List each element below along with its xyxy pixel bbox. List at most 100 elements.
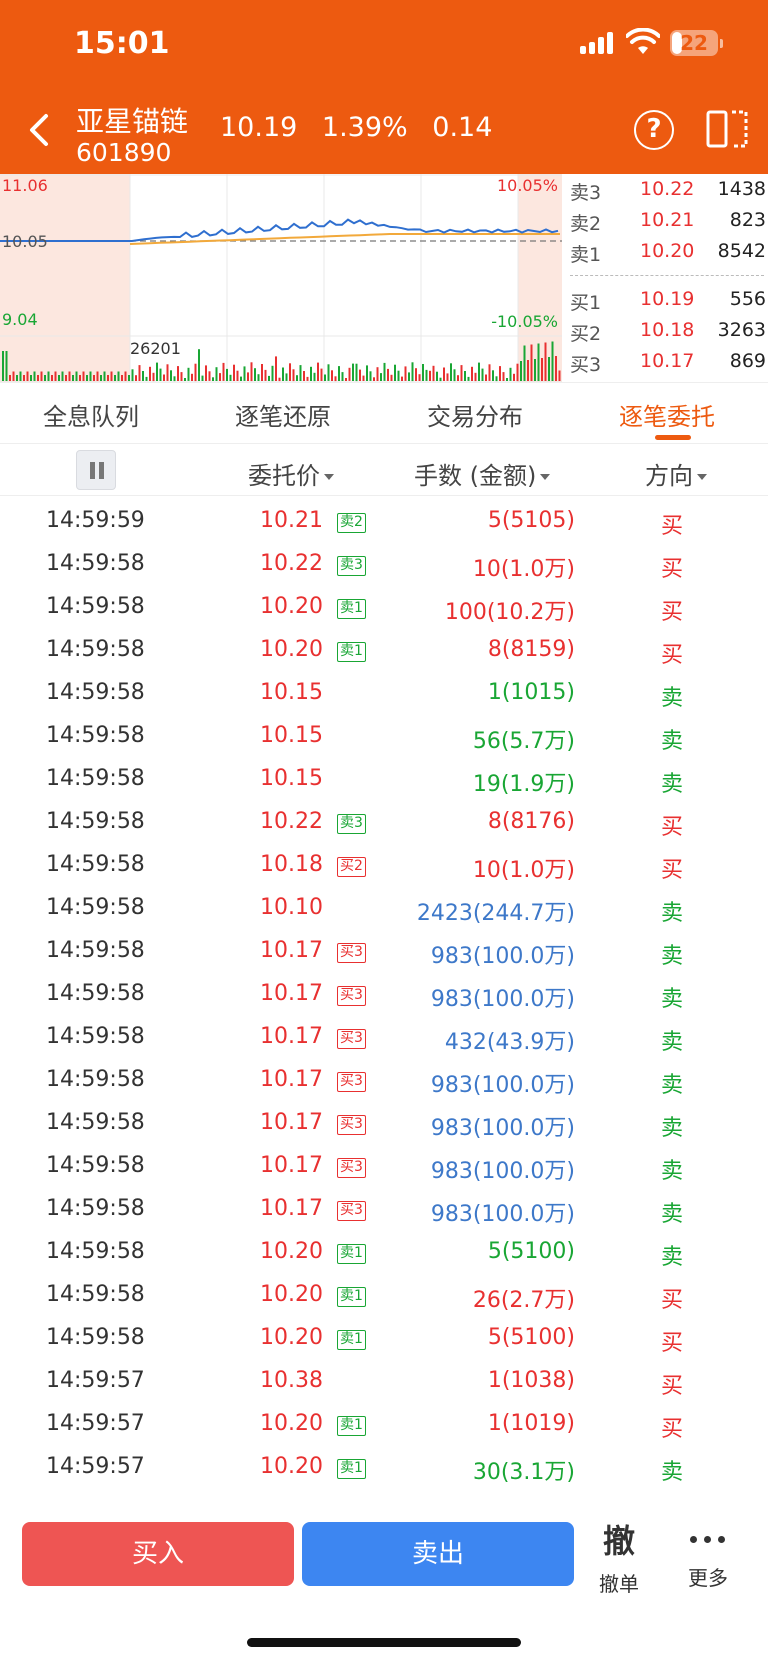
trade-price: 10.17 [260,1153,323,1178]
intraday-chart[interactable]: 11.06 10.05 9.04 10.05% -10.05% 26201 [0,174,562,382]
table-row[interactable]: 14:59:58 10.18 买2 10(1.0万) 买 [0,844,768,887]
trade-direction: 卖 [661,1030,684,1055]
buy-button[interactable]: 买入 [22,1522,294,1586]
trade-time: 14:59:58 [46,766,145,791]
table-row[interactable]: 14:59:58 10.10 2423(244.7万) 卖 [0,887,768,930]
change-amount: 0.14 [432,112,493,143]
volume-bar [509,367,512,381]
table-row[interactable]: 14:59:59 10.21 卖2 5(5105) 买 [0,500,768,543]
volume-bar [404,366,407,381]
table-row[interactable]: 14:59:58 10.17 买3 983(100.0万) 卖 [0,973,768,1016]
volume-bar [443,367,445,381]
trade-time: 14:59:58 [46,895,145,920]
volume-bar [149,366,151,381]
book-level-badge: 买3 [337,1029,366,1049]
trade-time: 14:59:58 [46,1325,145,1350]
table-row[interactable]: 14:59:58 10.15 19(1.9万) 卖 [0,758,768,801]
more-label: 更多 [688,1566,728,1590]
trade-price: 10.15 [260,723,323,748]
volume-bar [72,375,74,381]
volume-bar [292,369,295,382]
volume-bar [355,363,358,382]
table-row[interactable]: 14:59:58 10.20 卖1 100(10.2万) 买 [0,586,768,629]
volume-bar [23,375,25,381]
table-row[interactable]: 14:59:57 10.20 卖1 30(3.1万) 卖 [0,1446,768,1489]
trade-time: 14:59:57 [46,1368,145,1393]
table-row[interactable]: 14:59:58 10.20 卖1 5(5100) 买 [0,1317,768,1360]
trade-amount: 8(8159) [487,637,575,662]
volume-bar [450,363,452,381]
volume-bar [96,371,99,381]
trade-time: 14:59:58 [46,1110,145,1135]
trade-direction: 卖 [661,1245,684,1270]
ask-row-2: 卖2 10.21 823 [570,209,766,235]
volume-bar [110,371,113,381]
volume-bar [558,370,561,381]
table-row[interactable]: 14:59:58 10.17 买3 983(100.0万) 卖 [0,1145,768,1188]
table-row[interactable]: 14:59:58 10.15 1(1015) 卖 [0,672,768,715]
table-row[interactable]: 14:59:58 10.17 买3 983(100.0万) 卖 [0,1188,768,1231]
layout-switch-icon[interactable] [706,106,750,150]
volume-bar [415,368,417,381]
tab-full-queue[interactable]: 全息队列 [43,397,139,432]
caret-down-icon [324,474,334,480]
volume-bar [527,360,529,381]
trade-direction: 卖 [661,772,684,797]
volume-bar [299,365,302,381]
table-row[interactable]: 14:59:58 10.22 卖3 8(8176) 买 [0,801,768,844]
volume-bar [37,375,39,381]
book-level-badge: 买2 [337,857,366,877]
trade-amount: 432(43.9万) [444,1030,575,1055]
volume-bar [121,375,123,381]
volume-bar [75,371,78,381]
volume-bar [551,341,554,381]
table-row[interactable]: 14:59:58 10.17 买3 983(100.0万) 卖 [0,1059,768,1102]
table-row[interactable]: 14:59:58 10.17 买3 983(100.0万) 卖 [0,1102,768,1145]
volume-bar [296,375,298,381]
book-level-badge: 卖1 [337,1416,366,1436]
tab-tick-orders[interactable]: 逐笔委托 [619,397,715,432]
book-level-badge: 买3 [337,1115,366,1135]
sort-direction-button[interactable]: 方向 [645,456,707,491]
tick-order-list[interactable]: 14:59:59 10.21 卖2 5(5105) 买 14:59:58 10.22 卖3 10… [0,500,768,1510]
table-row[interactable]: 14:59:58 10.17 买3 432(43.9万) 卖 [0,1016,768,1059]
tab-trade-distribution[interactable]: 交易分布 [427,397,523,432]
tab-tick-restore[interactable]: 逐笔还原 [235,397,331,432]
table-row[interactable]: 14:59:58 10.17 买3 983(100.0万) 卖 [0,930,768,973]
volume-bar [516,363,519,382]
trade-direction: 卖 [661,1202,684,1227]
trade-time: 14:59:58 [46,723,145,748]
cancel-icon: 撤 [602,1522,635,1560]
pause-button[interactable] [76,450,116,490]
volume-bar [68,371,71,381]
table-row[interactable]: 14:59:58 10.15 56(5.7万) 卖 [0,715,768,758]
volume-bar [191,373,193,381]
volume-bar [303,371,305,381]
volume-bar [212,377,214,381]
table-row[interactable]: 14:59:58 10.20 卖1 26(2.7万) 买 [0,1274,768,1317]
volume-bar [208,371,211,381]
table-row[interactable]: 14:59:58 10.22 卖3 10(1.0万) 买 [0,543,768,586]
volume-bar [205,365,207,381]
more-button[interactable]: 更多 [680,1516,736,1591]
volume-bar [219,373,221,381]
back-arrow-icon[interactable] [24,112,54,148]
volume-bar [513,373,515,381]
order-book[interactable]: 卖3 10.22 1438 卖2 10.21 823 卖1 10.20 8542… [562,174,768,382]
table-row[interactable]: 14:59:58 10.20 卖1 8(8159) 买 [0,629,768,672]
help-icon[interactable]: ? [634,110,674,150]
table-row[interactable]: 14:59:57 10.38 1(1038) 买 [0,1360,768,1403]
trade-amount: 5(5100) [487,1325,575,1350]
table-row[interactable]: 14:59:57 10.20 卖1 1(1019) 买 [0,1403,768,1446]
sort-amount-button[interactable]: 手数 (金额) [414,456,551,491]
trade-amount: 56(5.7万) [472,729,575,754]
sort-price-button[interactable]: 委托价 [248,456,334,491]
volume-bar [492,370,494,381]
sell-button[interactable]: 卖出 [302,1522,574,1586]
volume-bar [82,371,85,381]
table-row[interactable]: 14:59:58 10.20 卖1 5(5100) 卖 [0,1231,768,1274]
trade-amount: 1(1019) [487,1411,575,1436]
cancel-order-button[interactable]: 撤 撤单 [592,1516,646,1597]
volume-bar [236,370,239,381]
volume-bar [79,375,81,381]
